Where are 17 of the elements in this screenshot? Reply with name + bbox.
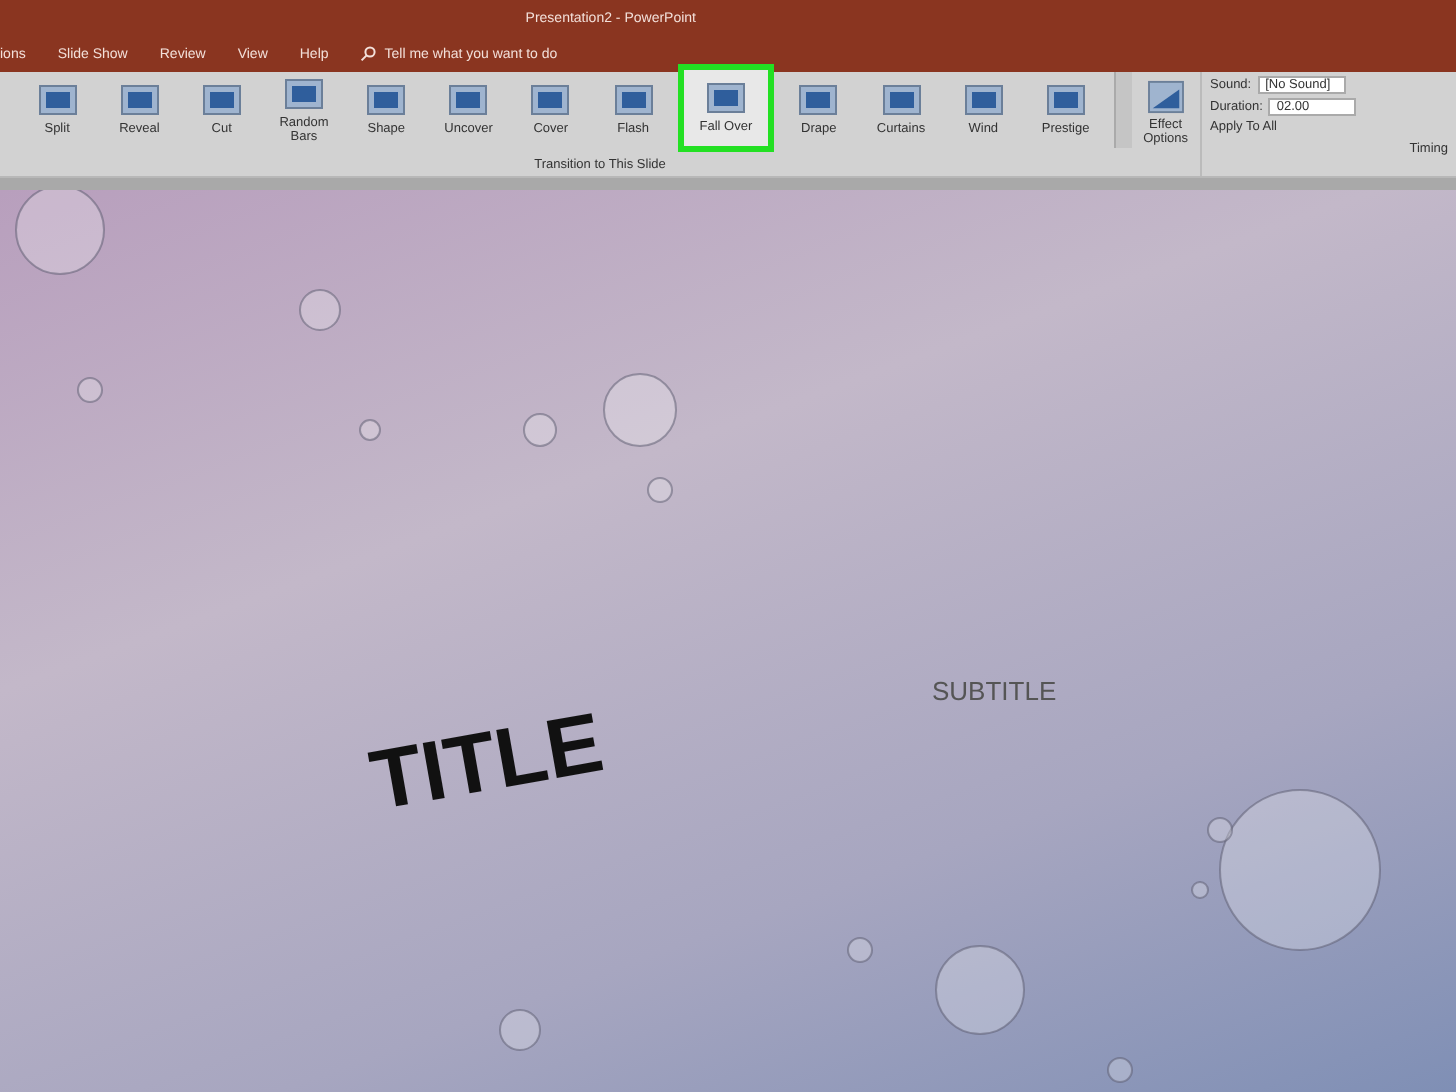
transition-icon <box>613 84 654 116</box>
transition-icon <box>705 82 746 114</box>
transition-icon <box>963 84 1004 116</box>
transition-icon <box>530 84 571 116</box>
effect-icon <box>1145 80 1186 114</box>
transition-icon <box>201 84 242 116</box>
search-icon <box>360 46 377 62</box>
transition-icon <box>448 84 489 116</box>
transition-icon <box>881 84 921 116</box>
slide-title[interactable]: TITLE <box>363 694 610 830</box>
transition-icon <box>119 84 160 116</box>
transition-icon <box>1045 84 1086 116</box>
transition-icon <box>366 84 407 116</box>
transition-icon <box>283 77 324 109</box>
transition-icon <box>37 84 78 116</box>
transition-icon <box>798 84 839 116</box>
gallery-scrollbar[interactable] <box>1114 72 1132 148</box>
